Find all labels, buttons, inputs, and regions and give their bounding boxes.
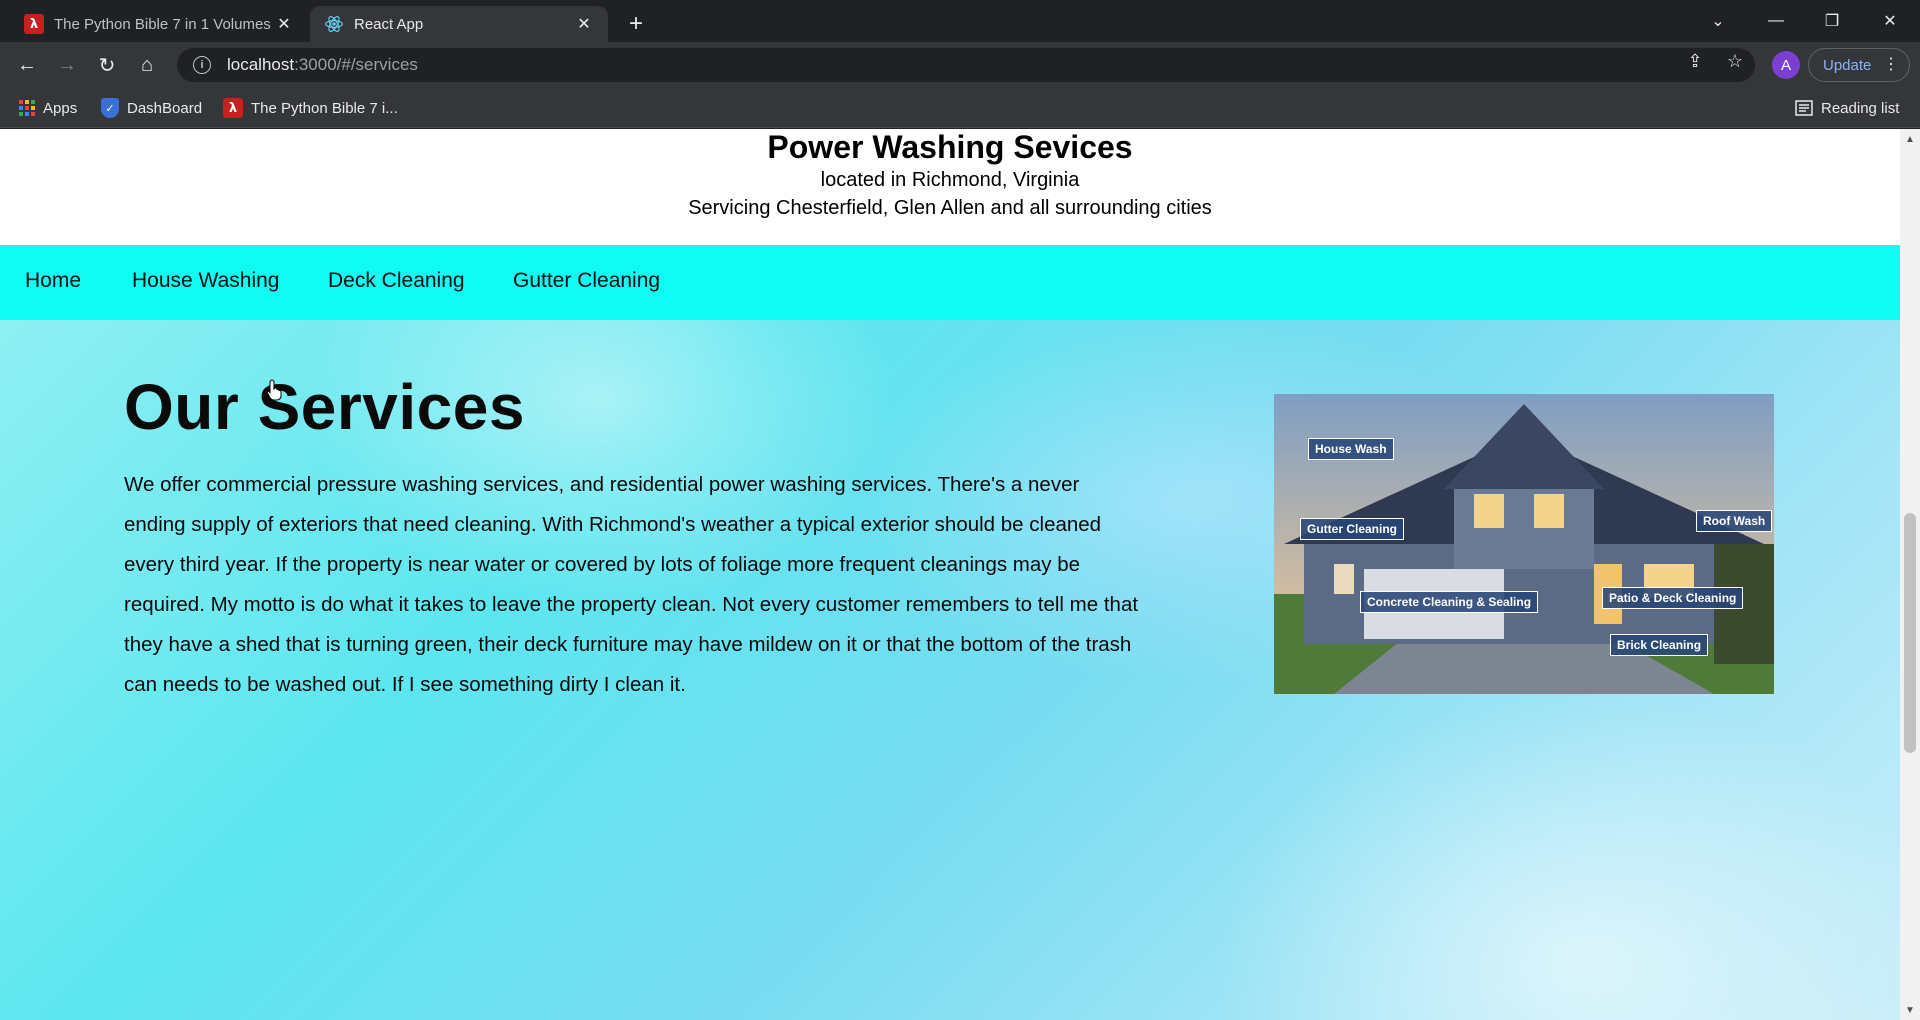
bookmarks-bar: Apps ✓ DashBoard λ The Python Bible 7 i.… (0, 88, 1920, 128)
reading-list-icon (1795, 100, 1813, 116)
pdf-icon: λ (223, 98, 243, 118)
tab-python-bible[interactable]: λ The Python Bible 7 in 1 Volumes ✕ (10, 6, 308, 42)
page-scrollbar[interactable]: ▲ ▼ (1900, 129, 1920, 1020)
menu-dots-icon: ⋮ (1883, 56, 1899, 73)
nav-gutter-cleaning[interactable]: Gutter Cleaning (513, 269, 660, 293)
update-label: Update (1823, 56, 1872, 74)
tag-patio-deck-cleaning: Patio & Deck Cleaning (1602, 587, 1744, 609)
scrollbar-thumb[interactable] (1904, 513, 1916, 753)
nav-house-washing[interactable]: House Washing (132, 269, 279, 293)
reading-list-label: Reading list (1821, 99, 1900, 117)
reading-list[interactable]: Reading list (1795, 97, 1899, 119)
back-icon[interactable]: ← (11, 49, 43, 81)
bookmark-star-icon[interactable]: ☆ (1724, 50, 1746, 72)
home-icon[interactable]: ⌂ (131, 49, 163, 81)
site-title: Power Washing Sevices (767, 129, 1133, 165)
address-bar[interactable]: i localhost:3000/#/services (177, 48, 1755, 82)
hand-cursor-icon (266, 379, 282, 401)
house-services-image: House Wash Gutter Cleaning Roof Wash Con… (1274, 394, 1774, 694)
pdf-icon: λ (24, 14, 44, 34)
services-heading: Our Services (124, 371, 525, 443)
browser-toolbar: ← → ↻ ⌂ i localhost:3000/#/services ⇪ ☆ … (0, 42, 1920, 88)
bookmark-python-bible[interactable]: λ The Python Bible 7 i... (223, 97, 398, 119)
close-window-icon[interactable]: ✕ (1862, 0, 1918, 42)
bookmark-dashboard[interactable]: ✓ DashBoard (101, 97, 202, 119)
tab-title: The Python Bible 7 in 1 Volumes (54, 15, 271, 33)
page-viewport: Power Washing Sevices located in Richmon… (0, 129, 1900, 1020)
tag-house-wash: House Wash (1308, 438, 1394, 460)
update-button[interactable]: Update ⋮ (1808, 48, 1910, 82)
bookmark-apps[interactable]: Apps (19, 97, 77, 119)
site-header: Power Washing Sevices located in Richmon… (0, 129, 1900, 245)
minimize-icon[interactable]: — (1748, 0, 1804, 42)
forward-icon[interactable]: → (51, 49, 83, 81)
restore-icon[interactable]: ❐ (1804, 0, 1860, 42)
tag-brick-cleaning: Brick Cleaning (1610, 634, 1709, 656)
share-icon[interactable]: ⇪ (1684, 50, 1706, 72)
close-icon[interactable]: ✕ (574, 14, 594, 34)
tag-concrete-cleaning: Concrete Cleaning & Sealing (1360, 591, 1539, 613)
site-location: located in Richmond, Virginia (820, 169, 1080, 191)
tab-title: React App (354, 15, 424, 33)
nav-home[interactable]: Home (25, 269, 81, 293)
site-info-icon[interactable]: i (193, 56, 211, 74)
tab-search-icon[interactable]: ⌄ (1690, 0, 1746, 42)
nav-deck-cleaning[interactable]: Deck Cleaning (328, 269, 465, 293)
apps-grid-icon (19, 100, 35, 116)
url-host: localhost (227, 55, 295, 74)
url-path: :3000/#/services (294, 55, 418, 74)
shield-icon: ✓ (101, 98, 119, 118)
tab-strip: λ The Python Bible 7 in 1 Volumes ✕ Reac… (0, 0, 1920, 42)
services-description: We offer commercial pressure washing ser… (124, 473, 1139, 696)
scroll-down-icon[interactable]: ▼ (1904, 1004, 1916, 1016)
site-service-area: Servicing Chesterfield, Glen Allen and a… (688, 197, 1212, 219)
bookmark-label: Apps (43, 99, 78, 117)
close-icon[interactable]: ✕ (274, 14, 294, 34)
react-icon (324, 14, 344, 34)
tag-roof-wash: Roof Wash (1696, 510, 1773, 532)
new-tab-icon[interactable]: + (620, 8, 652, 40)
scroll-up-icon[interactable]: ▲ (1904, 133, 1916, 145)
tag-gutter-cleaning: Gutter Cleaning (1300, 518, 1405, 540)
bookmark-label: DashBoard (127, 99, 203, 117)
bookmark-label: The Python Bible 7 i... (251, 99, 398, 117)
site-nav: Home House Washing Deck Cleaning Gutter … (0, 245, 1900, 320)
tab-react-app[interactable]: React App ✕ (310, 6, 608, 42)
url-text[interactable]: localhost:3000/#/services (227, 55, 418, 75)
reload-icon[interactable]: ↻ (91, 49, 123, 81)
services-section: Our Services We offer commercial pressur… (0, 320, 1900, 1020)
profile-avatar[interactable]: A (1772, 51, 1800, 79)
